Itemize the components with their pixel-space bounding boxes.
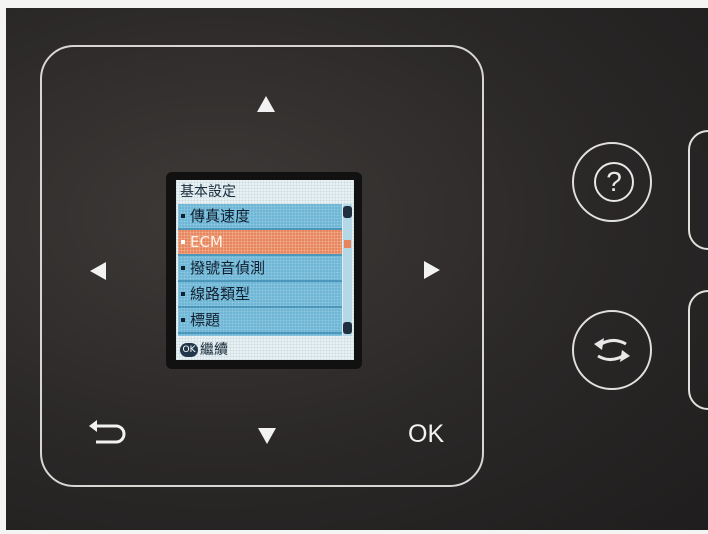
help-button[interactable]: ? — [572, 142, 652, 222]
side-button-frame-bottom — [688, 290, 708, 410]
lcd-scrollbar[interactable] — [343, 204, 352, 336]
scroll-up-icon — [343, 206, 352, 218]
scroll-thumb — [344, 240, 351, 248]
lcd-footer: OK 繼續 — [180, 339, 228, 359]
back-icon[interactable] — [86, 420, 130, 446]
ok-button[interactable]: OK — [408, 420, 444, 449]
switch-button[interactable] — [572, 310, 652, 390]
arrow-right-icon[interactable] — [424, 261, 440, 279]
arrow-left-icon[interactable] — [90, 262, 106, 280]
menu-item-header[interactable]: 標題 — [178, 308, 342, 334]
help-icon: ? — [594, 162, 634, 202]
menu-item-dial-tone-detection[interactable]: 撥號音偵測 — [178, 256, 342, 282]
side-button-frame-top — [688, 130, 708, 250]
menu-item-line-type[interactable]: 線路類型 — [178, 282, 342, 308]
lcd-menu-list: 傳真速度 ECM 撥號音偵測 線路類型 標題 — [178, 204, 342, 336]
arrow-down-icon[interactable] — [258, 428, 276, 444]
arrow-up-icon[interactable] — [257, 96, 275, 112]
menu-item-ecm[interactable]: ECM — [178, 230, 342, 256]
switch-icon — [594, 338, 630, 362]
ok-badge-icon: OK — [180, 343, 198, 357]
continue-label: 繼續 — [200, 342, 228, 358]
lcd-title: 基本設定 — [180, 184, 236, 200]
lcd-screen: 基本設定 傳真速度 ECM 撥號音偵測 線路類型 標題 OK 繼續 — [176, 180, 354, 360]
scroll-down-icon — [343, 322, 352, 334]
menu-item-fax-speed[interactable]: 傳真速度 — [178, 204, 342, 230]
